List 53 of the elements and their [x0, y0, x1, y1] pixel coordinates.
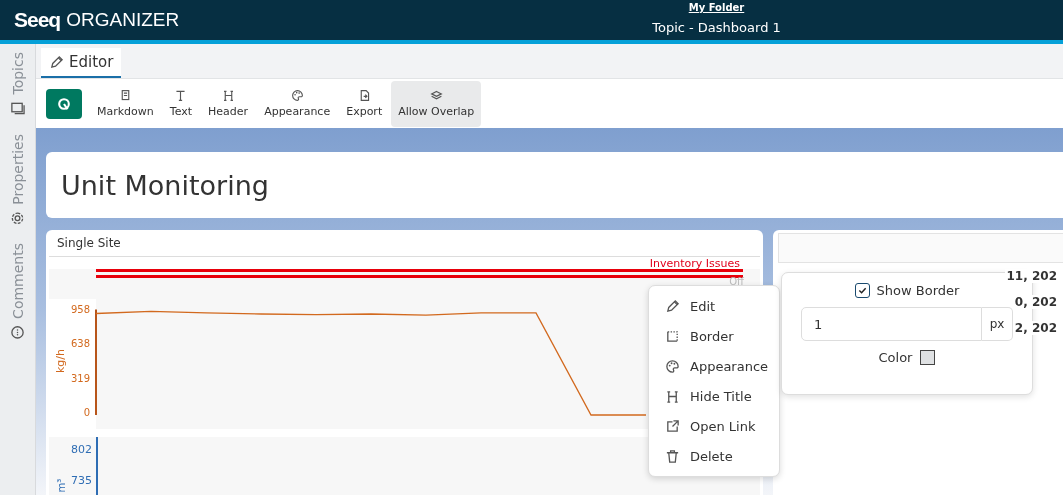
menu-item[interactable]: Border	[649, 321, 779, 351]
table-cell: 11, 202	[1004, 269, 1059, 283]
color-swatch[interactable]	[920, 350, 936, 365]
palette-icon	[290, 89, 304, 102]
toolbar-button[interactable]: Export	[339, 80, 390, 127]
table-cell: 2, 202	[1012, 321, 1059, 335]
page-title: Topic - Dashboard 1	[652, 20, 781, 35]
checkbox-label: Show Border	[876, 283, 960, 298]
layers-icon	[429, 89, 443, 102]
menu-item[interactable]: Edit	[649, 291, 779, 321]
pencil-icon	[49, 54, 64, 70]
toolbar-button[interactable]: Appearance	[257, 80, 338, 127]
logo-text: Seeq	[14, 8, 61, 32]
menu-item[interactable]: Appearance	[649, 351, 779, 381]
axis-label: m³	[56, 478, 68, 493]
pages-icon	[10, 100, 25, 116]
pencil-icon	[665, 298, 680, 314]
width-field[interactable]: 1	[801, 307, 982, 341]
toolbar-button[interactable]: Markdown	[90, 80, 161, 127]
checkmark-icon	[857, 286, 867, 295]
gear-icon	[10, 210, 25, 226]
axis-tick-label: 638	[70, 338, 90, 350]
menu-item[interactable]: Delete	[649, 441, 779, 471]
dashboard-title: Unit Monitoring	[61, 169, 269, 201]
trash-icon	[665, 448, 680, 464]
letter-h-icon	[221, 89, 235, 102]
toolbar-button[interactable]: Text	[162, 80, 200, 127]
event-label: Off	[729, 276, 744, 287]
editor-tab[interactable]: Editor	[41, 48, 122, 78]
external-link-icon	[665, 418, 680, 434]
table-cell: 0, 202	[1012, 295, 1059, 309]
app-button[interactable]	[46, 88, 82, 119]
product-name: ORGANIZER	[66, 9, 180, 31]
axis-tick-label: 958	[70, 303, 90, 315]
axis-tick-label: 735	[71, 474, 93, 487]
toolbar-button[interactable]: Header	[201, 80, 256, 127]
toolbar-button[interactable]: Allow Overlap	[391, 80, 482, 127]
menu-item[interactable]: Open Link	[649, 411, 779, 441]
letter-t-icon	[174, 89, 188, 102]
color-label: Color	[878, 350, 913, 365]
axis-tick-label: 0	[83, 407, 90, 419]
axis-tick-label: 802	[71, 443, 93, 456]
axis-label: kg/h	[54, 349, 67, 373]
checkbox[interactable]	[854, 283, 870, 298]
folder-link[interactable]: My Folder	[688, 2, 745, 13]
menu-item[interactable]: Hide Title	[649, 381, 779, 411]
unit-label: px	[982, 307, 1013, 341]
event-label: Inventory Issues	[649, 257, 740, 270]
chat-icon	[10, 325, 25, 341]
border-icon	[665, 328, 680, 344]
letter-h-icon	[665, 388, 680, 404]
palette-icon	[665, 358, 680, 374]
axis-tick-label: 319	[70, 372, 90, 384]
